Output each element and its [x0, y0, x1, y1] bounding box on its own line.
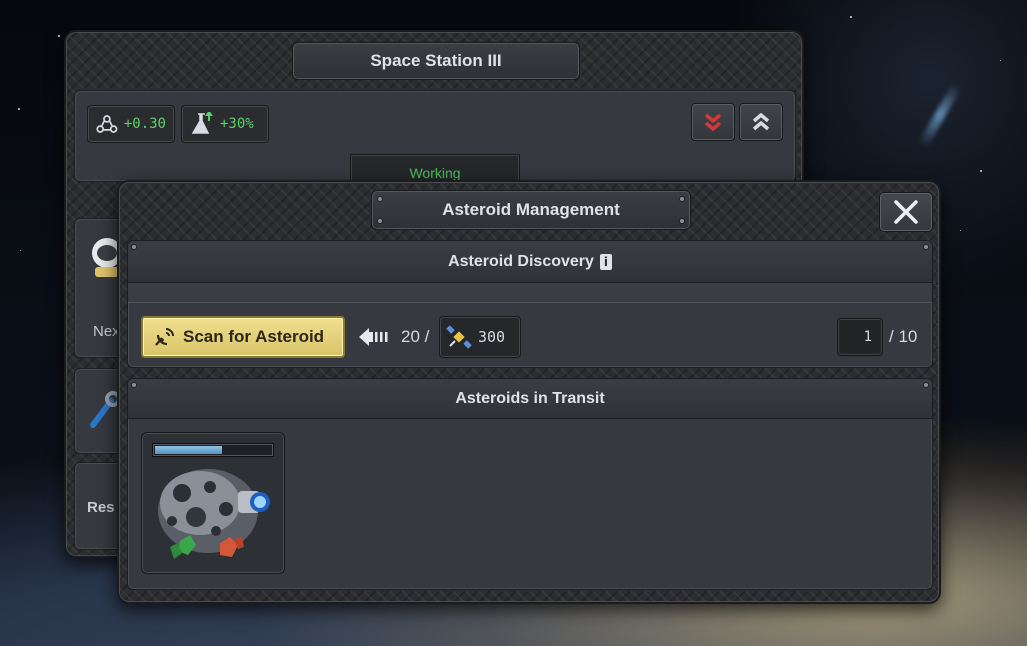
station-title: Space Station III: [370, 51, 502, 70]
slot-max: / 10: [889, 327, 918, 346]
close-icon: [894, 200, 918, 224]
discovery-header: Asteroid Discovery i: [128, 241, 932, 283]
scan-capacity-value: 300: [478, 328, 506, 346]
satellite-icon: [446, 325, 472, 349]
side-res-label: Res: [87, 499, 115, 516]
asteroid-transit-card[interactable]: [141, 432, 285, 574]
station-title-plate: Space Station III: [292, 42, 580, 80]
scan-button-label: Scan for Asteroid: [183, 327, 325, 346]
slot-current: 1: [863, 329, 872, 345]
status-label: Working: [409, 165, 461, 181]
asteroid-management-panel: Asteroid Management Asteroid Discovery i…: [117, 180, 941, 604]
transit-header-label: Asteroids in Transit: [455, 389, 605, 407]
scan-cost-amount: 20 /: [401, 327, 430, 346]
collapse-button[interactable]: [691, 103, 735, 141]
close-button[interactable]: [879, 192, 933, 232]
expand-button[interactable]: [739, 103, 783, 141]
asteroid-title-plate: Asteroid Management: [371, 190, 691, 230]
resource-rate-value: +0.30: [123, 116, 166, 132]
collapse-chevron-icon: [704, 113, 722, 131]
scan-for-asteroid-button[interactable]: Scan for Asteroid: [141, 316, 345, 358]
expand-chevron-icon: [752, 113, 770, 131]
info-icon[interactable]: i: [599, 253, 612, 270]
research-rate-chip[interactable]: +30%: [181, 105, 269, 143]
research-flask-icon: [191, 112, 213, 134]
slot-max-text: / 10: [889, 316, 917, 358]
transit-progress-fill: [155, 446, 222, 454]
asteroid-icon: [158, 469, 270, 559]
discovery-divider: [128, 283, 932, 303]
research-rate-value: +30%: [220, 116, 254, 132]
transit-progress-bar: [152, 443, 274, 457]
resource-rate-chip[interactable]: +0.30: [87, 105, 175, 143]
scan-cost-text: 20 /: [401, 316, 429, 358]
discovery-header-label: Asteroid Discovery: [448, 252, 594, 270]
panel-title: Asteroid Management: [442, 200, 620, 219]
wrench-icon: [90, 391, 121, 428]
arrow-left-icon: [359, 328, 388, 346]
side-next-label: Nex: [93, 323, 120, 340]
satellite-dish-icon: [155, 328, 174, 346]
scan-capacity-box: 300: [439, 316, 521, 358]
transit-header: Asteroids in Transit: [128, 379, 932, 419]
resource-cycle-icon: [96, 115, 118, 133]
asteroid-slot-count: 1: [837, 318, 883, 356]
